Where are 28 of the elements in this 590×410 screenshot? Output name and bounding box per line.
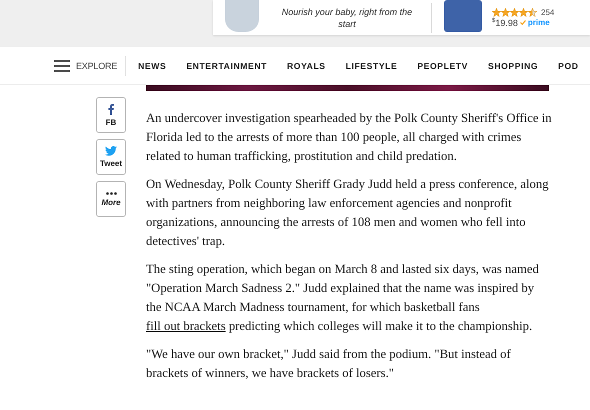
check-icon — [520, 20, 526, 25]
ad-card[interactable]: Nourish your baby, right from the start 254 $^{$}$19.98 prime — [213, 0, 590, 35]
nav-link[interactable]: SHOPPING — [488, 60, 538, 70]
article-link[interactable]: fill out brackets — [146, 319, 226, 333]
share-button[interactable]: More — [96, 181, 126, 217]
share-button[interactable]: FB — [96, 97, 126, 133]
article-paragraph: An undercover investigation spearheaded by the Polk County Sheriff's Office in Florida led to the arrests of more than 100 people, all charged with crimes related to human trafficking, prostitution and child predation. — [146, 110, 552, 165]
bird-icon — [105, 146, 117, 156]
review-count: 254 — [541, 8, 554, 16]
article-paragraph: On Wednesday, Polk County Sheriff Grady Judd held a press conference, along with partners from neighboring law enforcement agencies and nonprofit organizations, announcing the arrests of 108 men and women who fell into detectives' trap. — [146, 176, 550, 250]
menu-icon — [54, 60, 70, 72]
explore-button[interactable]: EXPLORE — [54, 60, 118, 72]
nav-link[interactable]: PEOPLETV — [417, 60, 468, 70]
dots-icon — [106, 192, 116, 194]
product-photo-placeholder — [444, 0, 482, 32]
nav-link[interactable]: NEWS — [138, 60, 166, 70]
photo-placeholder — [225, 0, 259, 32]
ad-tagline: Nourish your baby, right from the start — [280, 6, 414, 30]
nav-link[interactable]: LIFESTYLE — [346, 60, 398, 70]
facebook-icon — [108, 104, 114, 114]
article-paragraph: "We have our own bracket," Judd said from the podium. "But instead of brackets of winners, we have brackets of losers." — [146, 346, 512, 382]
price: $^{$}$19.98 — [492, 18, 518, 28]
prime-logo: prime — [528, 18, 550, 27]
share-button[interactable]: Tweet — [96, 139, 126, 175]
article-paragraph: The sting operation, which began on March 8 and lasted six days, was named "Operation March Sadness 2." Judd explained that the name was inspired by the NCAA March Madness tournament, for which basketball fans fill out brackets predicting which colleges will make it to the championship. — [146, 261, 540, 335]
nav-link[interactable]: ROYALS — [287, 60, 326, 70]
nav-link[interactable]: POD — [558, 60, 579, 70]
nav-link[interactable]: ENTERTAINMENT — [186, 60, 267, 70]
